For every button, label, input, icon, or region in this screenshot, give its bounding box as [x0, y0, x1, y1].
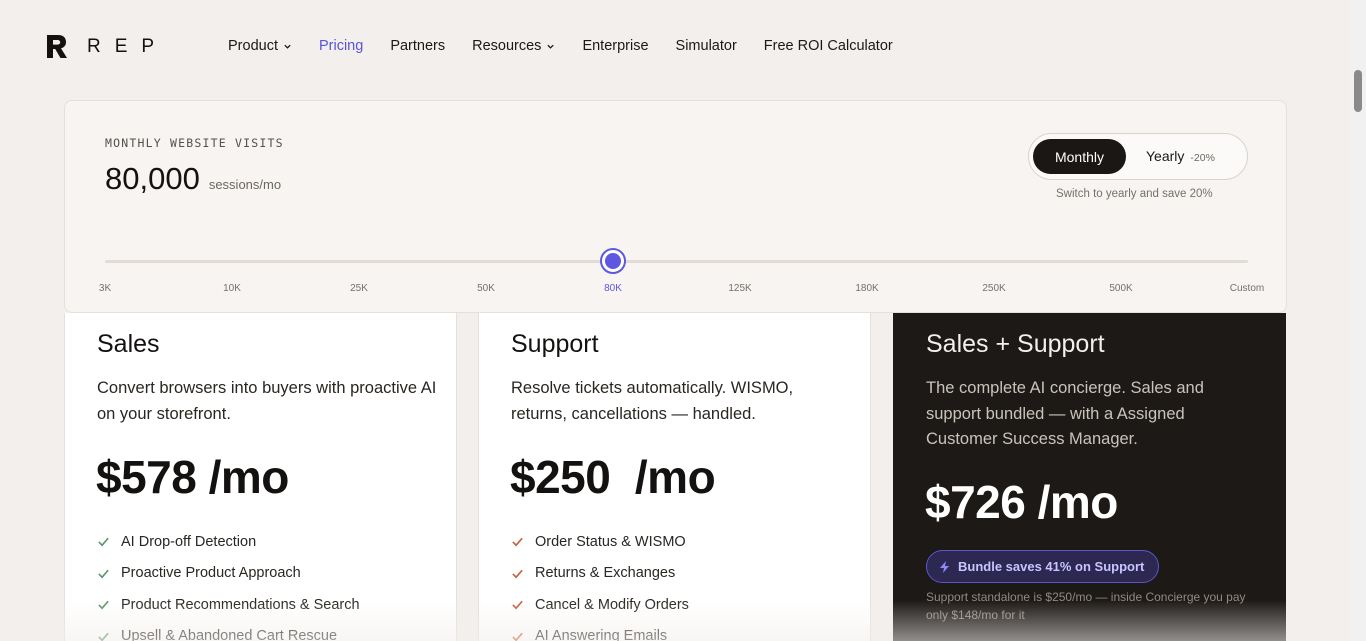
rep-logo-mark-icon	[47, 35, 67, 58]
slider-tick[interactable]: 25K	[350, 283, 368, 294]
yearly-save-note: Switch to yearly and save 20%	[1056, 188, 1213, 200]
feature-label: AI Drop-off Detection	[121, 533, 257, 550]
yearly-discount-badge: -20%	[1190, 152, 1215, 164]
top-navigation: REP Product Pricing Partners Resources E…	[0, 0, 1350, 94]
page-scrollbar[interactable]	[1350, 0, 1366, 641]
plan-feature-list: AI Drop-off Detection Proactive Product …	[97, 526, 360, 641]
plan-price: $250 /mo	[510, 451, 716, 503]
feature-item: Order Status & WISMO	[511, 526, 689, 558]
slider-tick[interactable]: 500K	[1109, 283, 1132, 294]
plan-price: $578 /mo	[96, 451, 289, 503]
check-icon	[512, 632, 523, 641]
feature-label: Upsell & Abandoned Cart Rescue	[121, 628, 338, 641]
chevron-down-icon	[284, 44, 291, 49]
slider-tick[interactable]: 50K	[477, 283, 495, 294]
plan-description: Convert browsers into buyers with proact…	[97, 379, 437, 423]
check-icon	[512, 569, 523, 579]
billing-toggle: Monthly Yearly -20%	[1028, 133, 1248, 180]
chevron-down-icon	[547, 44, 555, 49]
feature-label: Cancel & Modify Orders	[535, 596, 689, 613]
billing-yearly-button[interactable]: Yearly -20%	[1146, 148, 1215, 164]
feature-label: AI Answering Emails	[535, 628, 668, 641]
feature-item: Cancel & Modify Orders	[511, 589, 689, 621]
nav-item-label: Resources	[472, 38, 542, 54]
brand-name: REP	[87, 35, 169, 57]
check-icon	[512, 600, 523, 610]
plan-card-bundle: Sales + Support The complete AI concierg…	[893, 313, 1286, 641]
brand-logo[interactable]: REP	[47, 35, 168, 58]
visits-label: MONTHLY WEBSITE VISITS	[105, 136, 284, 150]
plan-title: Support	[511, 330, 599, 358]
slider-tick[interactable]: Custom	[1230, 283, 1264, 294]
slider-tick[interactable]: 125K	[728, 283, 751, 294]
billing-yearly-label: Yearly	[1146, 148, 1185, 164]
check-icon	[98, 537, 109, 547]
check-icon	[512, 537, 523, 547]
feature-label: Product Recommendations & Search	[121, 596, 360, 613]
slider-tick[interactable]: 10K	[223, 283, 241, 294]
nav-item-simulator[interactable]: Simulator	[676, 38, 737, 54]
bolt-icon	[940, 560, 949, 573]
visits-slider-track[interactable]	[105, 260, 1248, 263]
plan-card-support: Support Resolve tickets automatically. W…	[478, 313, 871, 641]
slider-tick-selected[interactable]: 80K	[604, 283, 622, 294]
feature-item: AI Answering Emails	[511, 621, 689, 641]
visits-readout: 80,000 sessions/mo	[105, 161, 281, 197]
plan-card-sales: Sales Convert browsers into buyers with …	[64, 313, 457, 641]
feature-item: Product Recommendations & Search	[97, 589, 360, 621]
nav-item-resources[interactable]: Resources	[472, 38, 555, 54]
nav-item-label: Product	[228, 38, 278, 54]
scrollbar-thumb[interactable]	[1354, 70, 1362, 112]
nav-item-pricing[interactable]: Pricing	[319, 38, 363, 54]
main-menu: Product Pricing Partners Resources Enter…	[228, 38, 920, 54]
plan-title: Sales + Support	[926, 330, 1105, 358]
plan-feature-list: Order Status & WISMO Returns & Exchanges…	[511, 526, 689, 641]
visits-unit: sessions/mo	[208, 177, 282, 192]
bundle-savings-badge: Bundle saves 41% on Support	[926, 550, 1160, 583]
feature-label: Proactive Product Approach	[121, 565, 301, 582]
slider-tick[interactable]: 250K	[982, 283, 1005, 294]
feature-label: Returns & Exchanges	[535, 565, 676, 582]
nav-item-label: Simulator	[675, 38, 737, 54]
visits-slider-thumb[interactable]	[600, 248, 626, 274]
check-icon	[98, 632, 109, 641]
nav-item-label: Free ROI Calculator	[763, 38, 893, 54]
visits-slider-ticks: 3K 10K 25K 50K 80K 125K 180K 250K 500K C…	[65, 283, 1286, 297]
feature-item: Proactive Product Approach	[97, 558, 360, 590]
bundle-note: Support standalone is $250/mo — inside C…	[926, 590, 1246, 622]
plan-title: Sales	[97, 330, 160, 358]
check-icon	[98, 600, 109, 610]
feature-item: Returns & Exchanges	[511, 558, 689, 590]
check-icon	[98, 569, 109, 579]
slider-tick[interactable]: 3K	[99, 283, 111, 294]
nav-item-roi-calculator[interactable]: Free ROI Calculator	[764, 38, 893, 54]
nav-item-enterprise[interactable]: Enterprise	[582, 38, 648, 54]
feature-item: AI Drop-off Detection	[97, 526, 360, 558]
plan-price: $726 /mo	[925, 476, 1118, 528]
nav-item-label: Enterprise	[582, 38, 649, 54]
bundle-savings-label: Bundle saves 41% on Support	[958, 559, 1145, 574]
feature-item: Upsell & Abandoned Cart Rescue	[97, 621, 360, 641]
nav-item-product[interactable]: Product	[228, 38, 292, 54]
visits-value: 80,000	[105, 161, 200, 196]
nav-item-label: Pricing	[318, 38, 364, 54]
feature-label: Order Status & WISMO	[535, 533, 686, 550]
visits-calculator: MONTHLY WEBSITE VISITS 80,000 sessions/m…	[64, 100, 1287, 313]
slider-tick[interactable]: 180K	[855, 283, 878, 294]
nav-item-label: Partners	[390, 38, 446, 54]
slider-thumb-dot	[605, 253, 621, 269]
nav-item-partners[interactable]: Partners	[390, 38, 445, 54]
billing-monthly-button[interactable]: Monthly	[1033, 139, 1126, 174]
plan-description: Resolve tickets automatically. WISMO, re…	[511, 379, 794, 423]
plan-description: The complete AI concierge. Sales and sup…	[926, 379, 1204, 448]
